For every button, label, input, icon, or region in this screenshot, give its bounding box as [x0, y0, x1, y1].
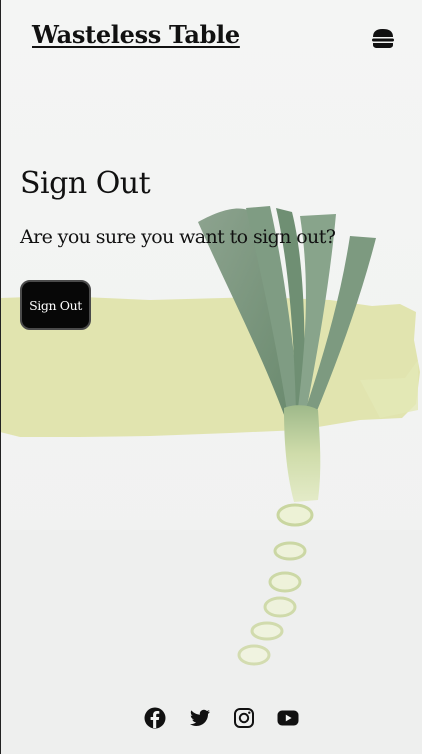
facebook-icon[interactable]	[143, 706, 167, 730]
background-leek-image	[0, 0, 422, 754]
confirm-question: Are you sure you want to sign out?	[20, 226, 336, 248]
site-header: Wasteless Table	[0, 0, 422, 80]
page-title: Sign Out	[20, 166, 151, 201]
brand-logo[interactable]: Wasteless Table	[32, 20, 240, 49]
social-footer	[0, 700, 422, 736]
instagram-icon[interactable]	[232, 706, 256, 730]
left-edge-divider	[0, 0, 1, 754]
sign-out-button[interactable]: Sign Out	[20, 280, 91, 330]
twitter-icon[interactable]	[188, 706, 212, 730]
youtube-icon[interactable]	[276, 706, 300, 730]
hamburger-icon[interactable]	[370, 26, 396, 52]
